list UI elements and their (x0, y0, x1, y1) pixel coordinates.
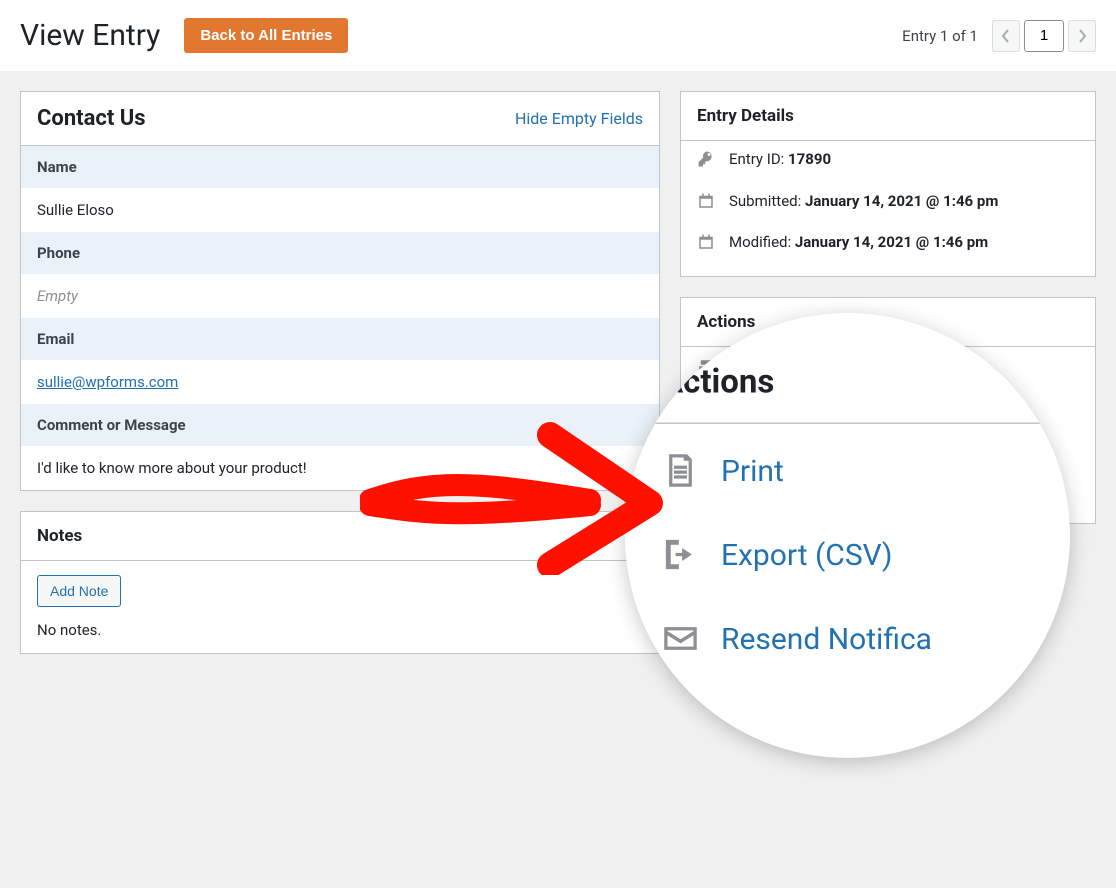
magnifier-content: Actions Print Export (CSV) Resend Notifi… (625, 313, 1070, 676)
mail-icon (661, 619, 700, 658)
field-value-name: Sullie Eloso (21, 188, 659, 232)
left-column: Contact Us Hide Empty Fields Name Sullie… (20, 91, 660, 674)
submitted-value: January 14, 2021 @ 1:46 pm (805, 192, 998, 210)
magnifier-export-label: Export (CSV) (721, 537, 892, 573)
field-label-phone: Phone (21, 232, 659, 274)
export-icon (661, 535, 700, 574)
magnifier-action-export[interactable]: Export (CSV) (625, 508, 1070, 592)
modified-text: Modified: January 14, 2021 @ 1:46 pm (729, 230, 1079, 256)
magnifier-resend-label: Resend Notifica (721, 621, 932, 657)
magnifier-actions-title: Actions (625, 364, 1070, 424)
hide-empty-fields-link[interactable]: Hide Empty Fields (515, 109, 643, 128)
header-right: Entry 1 of 1 (902, 20, 1096, 52)
contact-panel-title: Contact Us (37, 106, 146, 131)
modified-value: January 14, 2021 @ 1:46 pm (795, 233, 988, 251)
add-note-button[interactable]: Add Note (37, 575, 121, 607)
entry-details-title: Entry Details (697, 106, 794, 126)
entry-id-label: Entry ID: (729, 150, 784, 168)
calendar-icon (697, 189, 717, 219)
header-bar: View Entry Back to All Entries Entry 1 o… (0, 0, 1116, 71)
field-value-message: I'd like to know more about your product… (21, 446, 659, 490)
entry-details-head: Entry Details (681, 92, 1095, 141)
page-title: View Entry (20, 18, 160, 53)
notes-panel-head: Notes (21, 512, 659, 561)
notes-panel-title: Notes (37, 526, 82, 546)
chevron-right-icon (1077, 29, 1087, 43)
chevron-left-icon (1001, 29, 1011, 43)
entry-counter: Entry 1 of 1 (902, 27, 978, 45)
contact-panel: Contact Us Hide Empty Fields Name Sullie… (20, 91, 660, 491)
calendar-icon (697, 230, 717, 260)
field-label-email: Email (21, 318, 659, 360)
field-value-email-wrap: sullie@wpforms.com (21, 360, 659, 404)
key-icon (697, 147, 717, 177)
magnifier-action-resend[interactable]: Resend Notifica (625, 592, 1070, 676)
submitted-label: Submitted: (729, 192, 801, 210)
entry-id-text: Entry ID: 17890 (729, 147, 1079, 173)
entry-id-value: 17890 (788, 150, 831, 168)
field-value-email[interactable]: sullie@wpforms.com (37, 373, 178, 391)
contact-panel-head: Contact Us Hide Empty Fields (21, 92, 659, 146)
notes-empty-text: No notes. (37, 621, 643, 639)
entry-details-panel: Entry Details Entry ID: 17890 Submitted:… (680, 91, 1096, 277)
magnifier-action-print[interactable]: Print (625, 424, 1070, 508)
magnifier-overlay: Actions Print Export (CSV) Resend Notifi… (625, 313, 1070, 758)
header-left: View Entry Back to All Entries (20, 18, 348, 53)
pager-prev-button[interactable] (992, 20, 1020, 52)
pager (992, 20, 1096, 52)
document-icon (661, 451, 700, 490)
submitted-row: Submitted: January 14, 2021 @ 1:46 pm (681, 183, 1095, 225)
pager-input[interactable] (1024, 20, 1064, 52)
field-label-name: Name (21, 146, 659, 188)
notes-panel: Notes Add Note No notes. (20, 511, 660, 654)
entry-id-row: Entry ID: 17890 (681, 141, 1095, 183)
modified-label: Modified: (729, 233, 791, 251)
field-value-phone: Empty (21, 274, 659, 318)
back-to-entries-button[interactable]: Back to All Entries (184, 18, 348, 53)
submitted-text: Submitted: January 14, 2021 @ 1:46 pm (729, 189, 1079, 215)
field-label-message: Comment or Message (21, 404, 659, 446)
notes-body: Add Note No notes. (21, 561, 659, 653)
magnifier-print-label: Print (721, 453, 784, 489)
pager-next-button[interactable] (1068, 20, 1096, 52)
modified-row: Modified: January 14, 2021 @ 1:46 pm (681, 224, 1095, 276)
